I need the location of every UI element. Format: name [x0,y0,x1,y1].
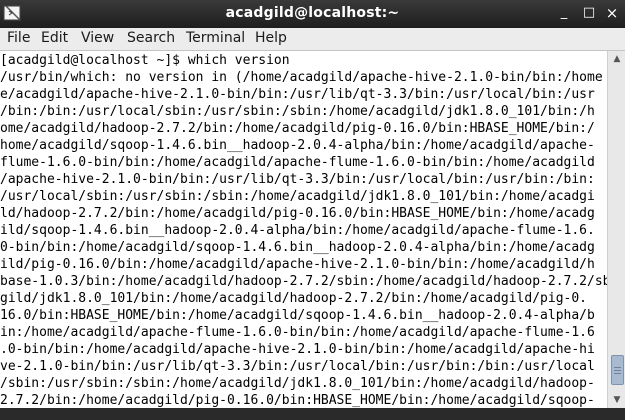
vertical-scrollbar[interactable]: ▲ ▼ [607,51,625,408]
terminal-line: /usr/bin/which: no version in (/home/aca… [0,70,603,85]
terminal-line: home/acadgild/sqoop-1.4.6.bin__hadoop-2.… [0,138,595,153]
terminal-line: ild/sqoop-1.4.6.bin__hadoop-2.0.4-alpha/… [0,223,595,238]
terminal-line: /usr/local/sbin:/usr/sbin:/sbin:/home/ac… [0,189,595,204]
window-bottom-edge [0,408,625,420]
thumb-grip-line [614,373,621,374]
terminal-line: in:/home/acadgild/apache-flume-1.6.0-bin… [0,325,595,340]
terminal-line: flume-1.6.0-bin/bin:/home/acadgild/apach… [0,155,595,170]
terminal-line: ild/pig-0.16.0/bin:/home/acadgild/apache… [0,257,595,272]
terminal-line: base-1.0.3/bin:/home/acadgild/hadoop-2.7… [0,274,607,289]
terminal-line: /bin:/bin:/usr/local/sbin:/usr/sbin:/sbi… [0,104,595,119]
terminal-line: ve-2.1.0-bin/bin:/usr/lib/qt-3.3/bin:/us… [0,359,595,374]
terminal-line: ld/hadoop-2.7.2/bin:/home/acadgild/pig-0… [0,206,595,221]
terminal-line: e/acadgild/apache-hive-2.1.0-bin/bin:/us… [0,87,595,102]
menu-bar: File Edit View Search Terminal Help [0,28,625,51]
menu-search[interactable]: Search [126,30,176,46]
terminal-line: /apache-hive-2.1.0-bin/bin:/usr/lib/qt-3… [0,172,595,187]
thumb-grip-line [614,370,621,371]
terminal-line: /sbin:/usr/sbin:/sbin:/home/acadgild/jdk… [0,376,595,391]
terminal-line: 2.7.2/bin:/home/acadgild/pig-0.16.0/bin:… [0,393,595,408]
terminal-line: 16.0/bin:HBASE_HOME/bin:/home/acadgild/s… [0,308,595,323]
menu-view[interactable]: View [80,30,115,46]
terminal-line: gild/jdk1.8.0_101/bin:/home/acadgild/had… [0,291,587,306]
menu-help[interactable]: Help [254,30,288,46]
terminal-line: [acadgild@localhost ~]$ which version [0,53,290,68]
minimize-button[interactable]: _ [555,4,573,22]
scroll-down-arrow-icon[interactable]: ▼ [608,393,625,407]
terminal-line: .0-bin/bin:/home/acadgild/apache-hive-2.… [0,342,595,357]
maximize-button[interactable]: □ [580,4,598,22]
menu-edit[interactable]: Edit [40,30,69,46]
terminal-line: ome/acadgild/hadoop-2.7.2/bin:/home/acad… [0,121,595,136]
thumb-grip-line [614,367,621,368]
scroll-thumb[interactable] [611,355,624,385]
title-bar: acadgild@localhost:~ _ □ × [0,0,625,28]
window-title: acadgild@localhost:~ [225,5,400,21]
terminal-output[interactable]: [acadgild@localhost ~]$ which version /u… [0,51,607,408]
close-button[interactable]: × [603,4,621,22]
scroll-up-arrow-icon[interactable]: ▲ [608,52,625,66]
terminal-line: 0-bin/bin:/home/acadgild/sqoop-1.4.6.bin… [0,240,595,255]
menu-terminal[interactable]: Terminal [185,30,246,46]
menu-file[interactable]: File [6,30,31,46]
